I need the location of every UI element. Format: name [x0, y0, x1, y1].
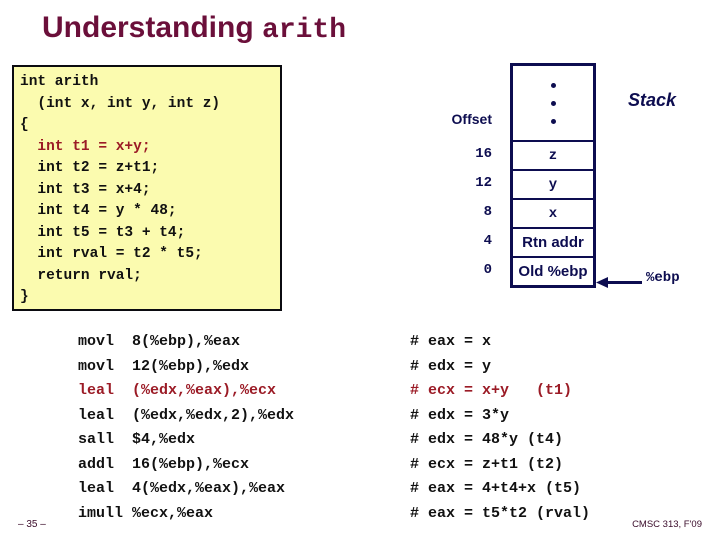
- stack-offset-value: 4: [483, 233, 492, 249]
- assembly-comment-line: # eax = 4+t4+x (t5): [410, 480, 582, 497]
- c-code-line: {: [20, 117, 29, 133]
- assembly-instruction-line: leal 4(%edx,%eax),%eax: [78, 480, 286, 497]
- stack-frame-table: z y x Rtn addr Old %ebp: [510, 63, 596, 288]
- page-title-function-name: arith: [262, 15, 347, 46]
- c-code-line: (int x, int y, int z): [20, 95, 221, 112]
- assembly-comment-line: # eax = x: [410, 333, 492, 350]
- stack-cell-rtn-addr: Rtn addr: [513, 227, 593, 256]
- stack-cell-ellipsis: [513, 66, 593, 140]
- assembly-instruction-line: leal (%edx,%eax),%ecx: [78, 382, 277, 399]
- stack-offset-value: 8: [483, 204, 492, 220]
- stack-offset-value: 16: [475, 146, 492, 162]
- c-code-line: int t4 = y * 48;: [20, 203, 177, 219]
- stack-diagram-title: Stack: [628, 90, 677, 110]
- c-source-code-box: int arith (int x, int y, int z) { int t1 …: [12, 65, 282, 311]
- assembly-instruction-line: leal (%edx,%edx,2),%edx: [78, 406, 295, 424]
- c-source-code-lines: int arith (int x, int y, int z) { int t1 …: [20, 72, 220, 309]
- stack-offset-value: 0: [483, 262, 492, 278]
- c-code-line: int rval = t2 * t5;: [20, 246, 203, 262]
- ebp-pointer-arrow: [596, 277, 642, 288]
- page-title: Understanding arith: [42, 11, 346, 46]
- ellipsis-dot-icon: [550, 82, 556, 88]
- assembly-comment-line: # eax = t5*t2 (rval): [410, 504, 591, 522]
- assembly-instruction-line: addl 16(%ebp),%ecx: [78, 455, 250, 473]
- assembly-comment-column: # eax = x # edx = y # ecx = x+y (t1) # edx …: [410, 330, 590, 526]
- stack-cell-x: x: [513, 198, 593, 227]
- stack-cell-z: z: [513, 140, 593, 169]
- ellipsis-dot-icon: [550, 118, 556, 124]
- c-code-line: return rval;: [20, 267, 142, 284]
- stack-offset-header: Offset: [451, 111, 492, 127]
- assembly-comment-line: # ecx = z+t1 (t2): [410, 455, 564, 473]
- assembly-comment-line: # edx = y: [410, 357, 492, 375]
- assembly-instruction-line: sall $4,%edx: [78, 431, 196, 448]
- ebp-register-label: %ebp: [646, 270, 680, 286]
- c-code-line: }: [20, 289, 29, 305]
- stack-rows-container: z y x Rtn addr Old %ebp: [513, 140, 593, 285]
- c-code-line: int arith: [20, 74, 99, 90]
- assembly-comment-line: # edx = 48*y (t4): [410, 431, 564, 448]
- c-code-line: int t5 = t3 + t4;: [20, 224, 186, 241]
- c-code-line: int t2 = z+t1;: [20, 160, 160, 176]
- footer-course-label: CMSC 313, F'09: [632, 519, 702, 530]
- assembly-instruction-column: movl 8(%ebp),%eax movl 12(%ebp),%edx leal …: [78, 330, 294, 526]
- stack-cell-old-ebp: Old %ebp: [513, 256, 593, 285]
- assembly-instruction-line: imull %ecx,%eax: [78, 504, 214, 522]
- assembly-comment-line: # ecx = x+y (t1): [410, 382, 573, 399]
- assembly-instruction-line: movl 8(%ebp),%eax: [78, 333, 241, 350]
- c-code-line: int t3 = x+4;: [20, 181, 151, 198]
- footer-slide-number: – 35 –: [18, 519, 46, 530]
- stack-offset-value: 12: [475, 175, 492, 191]
- c-code-line: int t1 = x+y;: [20, 138, 151, 155]
- page-title-text: Understanding: [42, 11, 263, 44]
- ellipsis-dot-icon: [550, 100, 556, 106]
- assembly-instruction-line: movl 12(%ebp),%edx: [78, 357, 250, 375]
- assembly-comment-line: # edx = 3*y: [410, 406, 510, 424]
- stack-cell-y: y: [513, 169, 593, 198]
